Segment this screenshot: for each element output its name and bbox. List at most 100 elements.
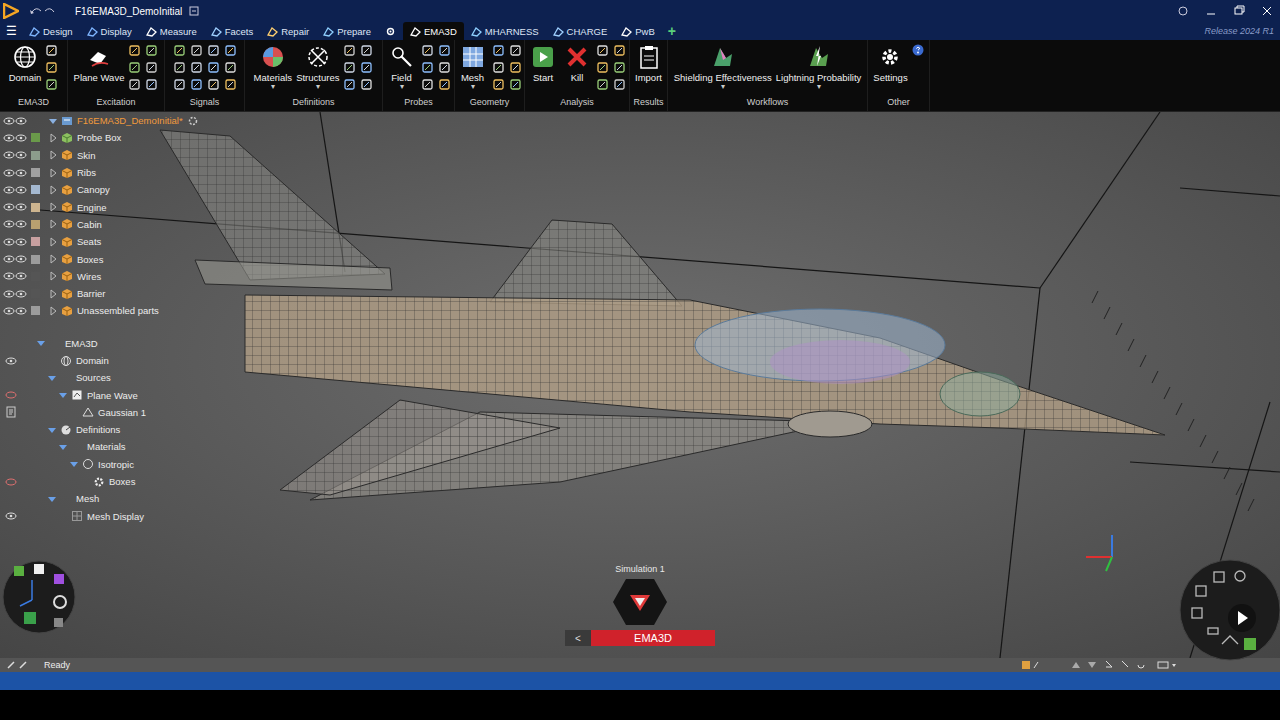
tool-icon[interactable] bbox=[224, 61, 237, 74]
menu-button[interactable]: ☰ bbox=[0, 22, 22, 40]
ribbon-button[interactable]: Kill bbox=[562, 44, 592, 83]
tool-icon[interactable] bbox=[145, 61, 158, 74]
color-swatch[interactable] bbox=[31, 272, 40, 281]
undo-redo-icon[interactable] bbox=[29, 5, 57, 17]
simulation-selector[interactable]: Simulation 1<EMA3D bbox=[565, 564, 715, 646]
eye-icon[interactable] bbox=[15, 289, 27, 299]
viewport-3d[interactable]: F16EMA3D_DemoInitial*Probe BoxSkinRibsCa… bbox=[0, 112, 1280, 672]
tab[interactable]: Facets bbox=[204, 22, 261, 40]
help-icon[interactable] bbox=[912, 44, 924, 56]
tree-item[interactable]: Engine bbox=[0, 198, 290, 215]
back-button[interactable]: < bbox=[565, 630, 591, 646]
tool-icon[interactable] bbox=[613, 44, 626, 57]
add-tab-button[interactable]: + bbox=[662, 22, 682, 40]
eye-hidden-icon[interactable] bbox=[5, 477, 17, 487]
ribbon-button[interactable]: Plane Wave bbox=[74, 44, 125, 83]
eye-hidden-icon[interactable] bbox=[5, 390, 17, 400]
color-swatch[interactable] bbox=[31, 185, 40, 194]
tool-icon[interactable] bbox=[207, 44, 220, 57]
eye-icon[interactable] bbox=[15, 150, 27, 160]
tab[interactable]: Display bbox=[80, 22, 139, 40]
eye-icon[interactable] bbox=[3, 237, 15, 247]
tool-icon[interactable] bbox=[509, 61, 522, 74]
ribbon-button[interactable]: Mesh▾ bbox=[458, 44, 488, 91]
tree-item[interactable]: Canopy bbox=[0, 181, 290, 198]
tool-icon[interactable] bbox=[421, 61, 434, 74]
ribbon-button[interactable]: Shielding Effectiveness▾ bbox=[674, 44, 772, 91]
tool-icon[interactable] bbox=[596, 78, 609, 91]
eye-icon[interactable] bbox=[3, 289, 15, 299]
expander-icon[interactable] bbox=[48, 168, 58, 178]
expander-icon[interactable] bbox=[48, 254, 58, 264]
status-tools-icon[interactable] bbox=[6, 660, 32, 670]
tool-icon[interactable] bbox=[224, 44, 237, 57]
tree-item[interactable]: Wires bbox=[0, 268, 290, 285]
expander-icon[interactable] bbox=[48, 150, 58, 160]
color-swatch[interactable] bbox=[31, 168, 40, 177]
color-swatch[interactable] bbox=[31, 220, 40, 229]
expander-icon[interactable] bbox=[48, 219, 58, 229]
expander-icon[interactable] bbox=[80, 477, 90, 487]
mode-bar[interactable]: <EMA3D bbox=[565, 630, 715, 646]
tool-icon[interactable] bbox=[128, 61, 141, 74]
eye-icon[interactable] bbox=[3, 202, 15, 212]
tool-icon[interactable] bbox=[173, 61, 186, 74]
tool-icon[interactable] bbox=[492, 78, 505, 91]
tool-icon[interactable] bbox=[45, 44, 58, 57]
color-swatch[interactable] bbox=[31, 289, 40, 298]
tree-item[interactable]: Skin bbox=[0, 147, 290, 164]
tool-icon[interactable] bbox=[190, 44, 203, 57]
tree-root-row[interactable]: F16EMA3D_DemoInitial* bbox=[0, 112, 290, 129]
ribbon-button[interactable]: Domain bbox=[9, 44, 42, 83]
simulation-tree-item[interactable]: Boxes bbox=[0, 473, 290, 490]
eye-icon[interactable] bbox=[15, 185, 27, 195]
color-swatch[interactable] bbox=[31, 203, 40, 212]
tree-item[interactable]: Boxes bbox=[0, 250, 290, 267]
tool-icon[interactable] bbox=[492, 44, 505, 57]
simulation-tree-item[interactable]: Plane Wave bbox=[0, 386, 290, 403]
tool-icon[interactable] bbox=[207, 61, 220, 74]
color-swatch[interactable] bbox=[31, 151, 40, 160]
tool-icon[interactable] bbox=[421, 44, 434, 57]
eye-icon[interactable] bbox=[3, 150, 15, 160]
eye-icon[interactable] bbox=[15, 116, 27, 126]
minimize-icon[interactable] bbox=[1204, 5, 1218, 17]
tool-icon[interactable] bbox=[438, 44, 451, 57]
eye-icon[interactable] bbox=[15, 133, 27, 143]
expander-icon[interactable] bbox=[47, 356, 57, 366]
restore-icon[interactable] bbox=[1232, 5, 1246, 17]
eye-icon[interactable] bbox=[3, 133, 15, 143]
simulation-tree-item[interactable]: Isotropic bbox=[0, 456, 290, 473]
eye-icon[interactable] bbox=[15, 254, 27, 264]
tool-icon[interactable] bbox=[45, 78, 58, 91]
eye-icon[interactable] bbox=[15, 271, 27, 281]
tool-icon[interactable] bbox=[613, 78, 626, 91]
tool-icon[interactable] bbox=[145, 44, 158, 57]
aircraft-model[interactable] bbox=[0, 112, 1280, 658]
tab[interactable]: CHARGE bbox=[546, 22, 615, 40]
simulation-tree-item[interactable]: EMA3D bbox=[0, 335, 290, 352]
eye-icon[interactable] bbox=[15, 237, 27, 247]
tool-icon[interactable] bbox=[613, 61, 626, 74]
tab[interactable]: MHARNESS bbox=[464, 22, 546, 40]
settings-icon[interactable] bbox=[187, 115, 199, 127]
simulation-tree-item[interactable]: Gaussian 1 bbox=[0, 404, 290, 421]
tool-icon[interactable] bbox=[173, 44, 186, 57]
tab[interactable]: Measure bbox=[139, 22, 204, 40]
expander-icon[interactable] bbox=[48, 116, 58, 126]
eye-icon[interactable] bbox=[15, 168, 27, 178]
ribbon-button[interactable]: Start bbox=[528, 44, 558, 83]
expander-icon[interactable] bbox=[48, 237, 58, 247]
expander-icon[interactable] bbox=[47, 425, 57, 435]
eye-icon[interactable] bbox=[5, 356, 17, 366]
tool-icon[interactable] bbox=[509, 78, 522, 91]
simulation-tree-item[interactable]: Domain bbox=[0, 352, 290, 369]
tree-item[interactable]: Probe Box bbox=[0, 129, 290, 146]
color-swatch[interactable] bbox=[31, 237, 40, 246]
close-icon[interactable] bbox=[1260, 5, 1274, 17]
tool-icon[interactable] bbox=[360, 78, 373, 91]
tool-icon[interactable] bbox=[360, 61, 373, 74]
expander-icon[interactable] bbox=[58, 442, 68, 452]
tree-item[interactable]: Seats bbox=[0, 233, 290, 250]
expander-icon[interactable] bbox=[48, 185, 58, 195]
